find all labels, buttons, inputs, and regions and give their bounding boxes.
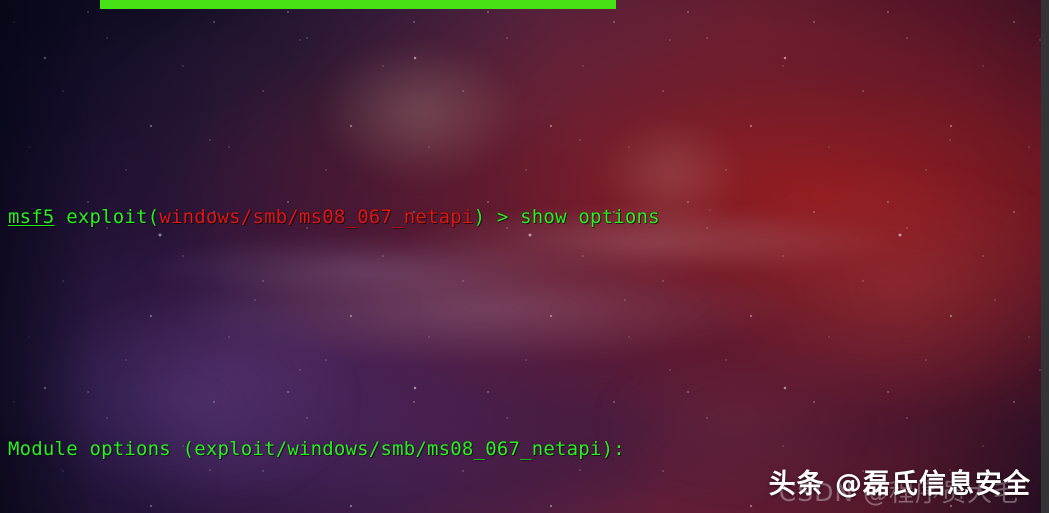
module-options-header: Module options (exploit/windows/smb/ms08… — [8, 438, 625, 460]
terminal-window: msf5 exploit(windows/smb/ms08_067_netapi… — [0, 0, 1049, 513]
prompt-exploit-keyword: exploit( — [66, 206, 160, 228]
spacer-top — [0, 87, 1049, 116]
truncated-highlight-row — [0, 0, 1041, 9]
prompt-close-paren: ) — [473, 206, 486, 228]
prompt-command: show options — [520, 206, 660, 228]
prompt-arrow: > — [485, 206, 521, 228]
prompt-line: msf5 exploit(windows/smb/ms08_067_netapi… — [0, 203, 1049, 232]
terminal-output[interactable]: msf5 exploit(windows/smb/ms08_067_netapi… — [0, 0, 1049, 513]
prompt-user: msf5 — [8, 206, 55, 228]
window-right-gutter — [1041, 0, 1049, 513]
selection-highlight-bar — [100, 0, 616, 9]
watermark-toutiao: 头条 @磊氏信息安全 — [768, 469, 1031, 500]
prompt-module-path: windows/smb/ms08_067_netapi — [159, 206, 474, 228]
